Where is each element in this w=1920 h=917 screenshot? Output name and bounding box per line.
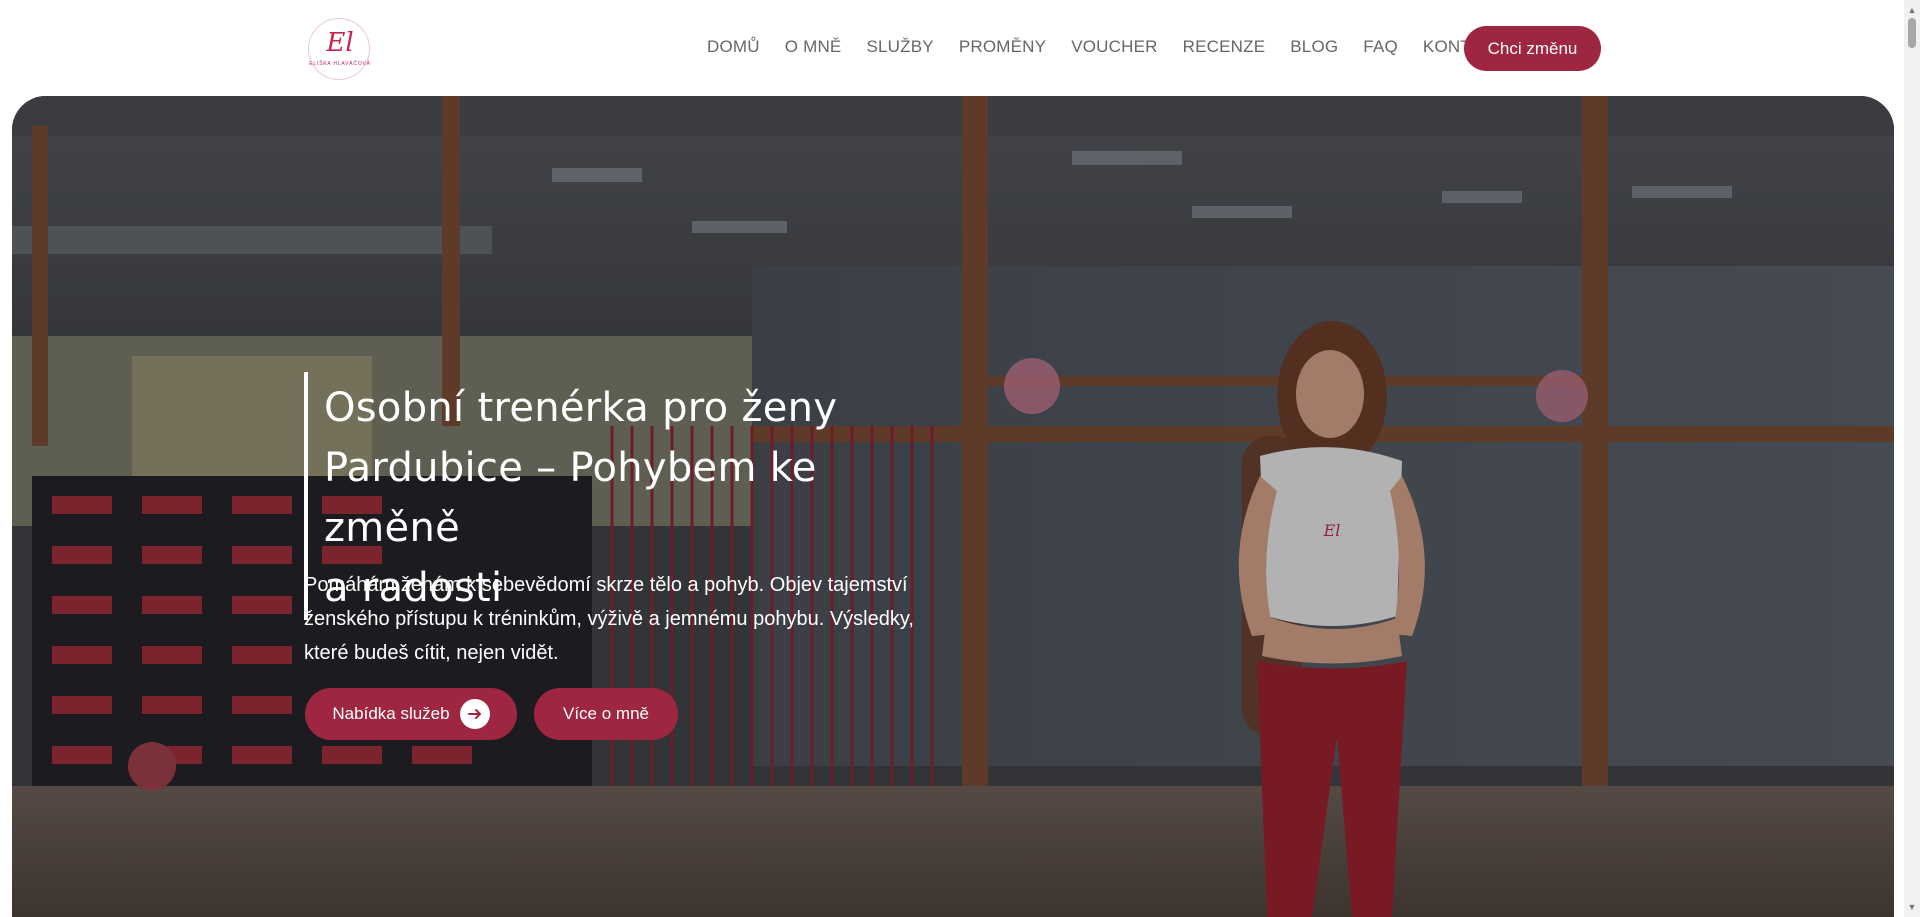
nav-item-domu[interactable]: DOMŮ: [707, 36, 760, 58]
nav-item-voucher[interactable]: VOUCHER: [1071, 36, 1157, 58]
hero-headline-line-2: Pardubice – Pohybem ke změně: [324, 445, 817, 551]
logo-monogram: El: [325, 28, 353, 58]
nabidka-sluzeb-label: Nabídka služeb: [332, 704, 450, 723]
scroll-down-icon[interactable]: ▼: [1904, 899, 1920, 915]
hero-subtext: Pomáhám ženám k sebevědomí skrze tělo a …: [304, 568, 954, 670]
chci-zmenu-button[interactable]: Chci změnu: [1464, 26, 1601, 71]
hero-section: El Osobní trenérka pro ženy Pardubice – …: [12, 96, 1894, 917]
page-scrollbar[interactable]: ▲ ▼: [1904, 0, 1920, 917]
nav-item-faq[interactable]: FAQ: [1363, 36, 1398, 58]
arrow-right-icon: [459, 699, 490, 729]
site-logo[interactable]: El ELIŠKA HLAVÁČOVÁ: [308, 18, 370, 80]
main-nav: DOMŮ O MNĚ SLUŽBY PROMĚNY VOUCHER RECENZ…: [707, 36, 1528, 58]
logo-mark: El ELIŠKA HLAVÁČOVÁ: [309, 28, 371, 67]
scroll-up-icon[interactable]: ▲: [1904, 2, 1920, 18]
nav-item-sluzby[interactable]: SLUŽBY: [866, 36, 933, 58]
nabidka-sluzeb-button[interactable]: Nabídka služeb: [305, 688, 517, 740]
vice-o-mne-button[interactable]: Více o mně: [534, 688, 678, 740]
hero-subtext-line-1: Pomáhám ženám k sebevědomí skrze tělo a …: [304, 574, 908, 596]
logo-name: ELIŠKA HLAVÁČOVÁ: [309, 60, 371, 67]
nav-item-blog[interactable]: BLOG: [1290, 36, 1338, 58]
site-header: El ELIŠKA HLAVÁČOVÁ DOMŮ O MNĚ SLUŽBY PR…: [0, 0, 1904, 96]
scroll-thumb[interactable]: [1908, 18, 1916, 48]
nav-item-promeny[interactable]: PROMĚNY: [959, 36, 1046, 58]
hero-headline-line-1: Osobní trenérka pro ženy: [324, 385, 838, 431]
nav-item-recenze[interactable]: RECENZE: [1183, 36, 1266, 58]
nav-item-o-mne[interactable]: O MNĚ: [785, 36, 842, 58]
hero-subtext-line-2: ženského přístupu k tréninkům, výživě a …: [304, 608, 914, 630]
hero-subtext-line-3: které budeš cítit, nejen vidět.: [304, 642, 559, 664]
